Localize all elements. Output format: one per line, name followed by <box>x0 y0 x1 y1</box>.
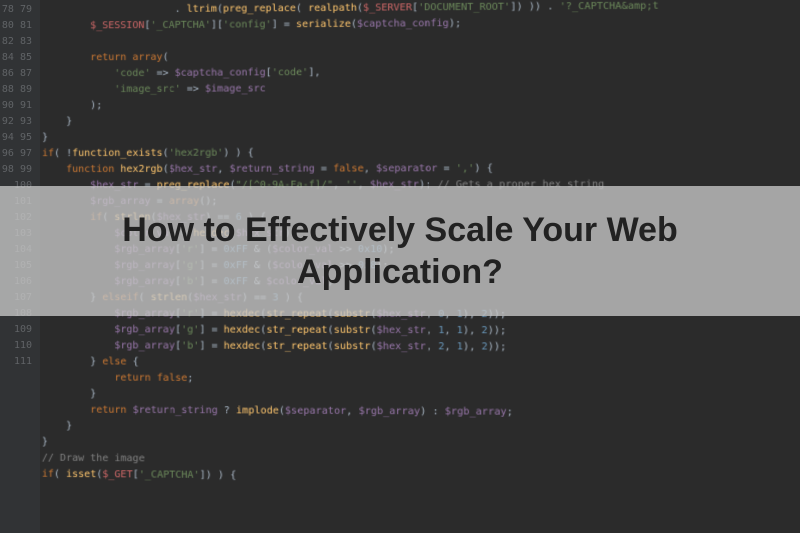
article-title: How to Effectively Scale Your Web Applic… <box>40 209 760 294</box>
title-overlay-banner: How to Effectively Scale Your Web Applic… <box>0 186 800 316</box>
